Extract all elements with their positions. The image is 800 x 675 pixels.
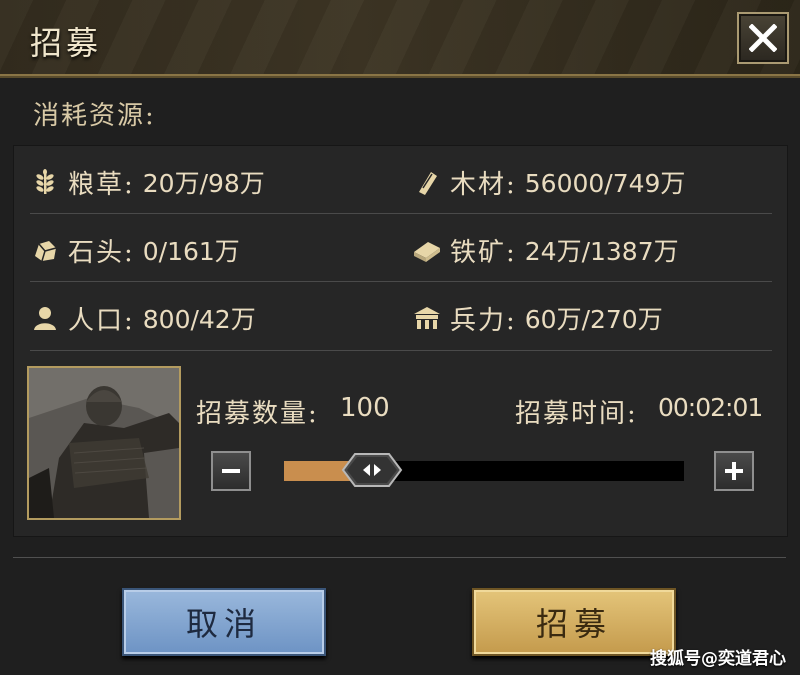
recruit-time-value: 00:02:01 — [658, 393, 763, 422]
row-divider — [30, 213, 772, 214]
dialog-title: 招募 — [30, 24, 103, 62]
grain-icon — [30, 167, 60, 197]
close-icon — [749, 24, 777, 52]
decrease-button[interactable] — [211, 451, 251, 491]
resource-value: 56000/749万 — [524, 169, 686, 198]
troops-icon — [412, 303, 442, 333]
resource-label: 粮草: — [68, 169, 135, 200]
consume-resources-label: 消耗资源: — [33, 101, 156, 131]
resource-label: 人口: — [68, 305, 135, 336]
resource-population: 人口: 800/42万 — [30, 301, 256, 336]
resource-value: 0/161万 — [142, 237, 240, 266]
row-divider — [30, 350, 772, 351]
close-button[interactable] — [737, 12, 789, 64]
resource-label: 木材: — [450, 169, 517, 200]
resource-value: 24万/1387万 — [524, 237, 679, 266]
population-icon — [30, 303, 60, 333]
footer-divider — [13, 557, 786, 558]
resource-grain: 粮草: 20万/98万 — [30, 165, 265, 200]
stone-icon — [30, 235, 60, 265]
wood-icon — [412, 167, 442, 197]
resource-label: 铁矿: — [450, 237, 517, 268]
dialog-header: 招募 — [0, 0, 800, 78]
recruit-time-label: 招募时间: — [515, 399, 638, 429]
resource-label: 兵力: — [450, 305, 517, 336]
resource-stone: 石头: 0/161万 — [30, 233, 240, 268]
minus-icon — [222, 469, 240, 473]
resource-troops: 兵力: 60万/270万 — [412, 301, 663, 336]
resource-value: 20万/98万 — [142, 169, 265, 198]
slider-handle[interactable] — [341, 452, 403, 488]
resource-value: 800/42万 — [142, 305, 256, 334]
unit-portrait — [27, 366, 181, 520]
plus-icon — [725, 462, 743, 480]
recruit-count-label: 招募数量: — [196, 399, 319, 429]
watermark-text: 搜狐号@奕道君心 — [650, 649, 786, 669]
resource-iron: 铁矿: 24万/1387万 — [412, 233, 679, 268]
resource-label: 石头: — [68, 237, 135, 268]
iron-icon — [412, 235, 442, 265]
row-divider — [30, 281, 772, 282]
recruit-count-value: 100 — [340, 393, 390, 423]
drag-arrows-icon — [341, 453, 403, 487]
resource-wood: 木材: 56000/749万 — [412, 165, 686, 200]
resource-value: 60万/270万 — [524, 305, 663, 334]
increase-button[interactable] — [714, 451, 754, 491]
recruit-button[interactable]: 招募 — [472, 588, 676, 656]
cancel-button[interactable]: 取消 — [122, 588, 326, 656]
